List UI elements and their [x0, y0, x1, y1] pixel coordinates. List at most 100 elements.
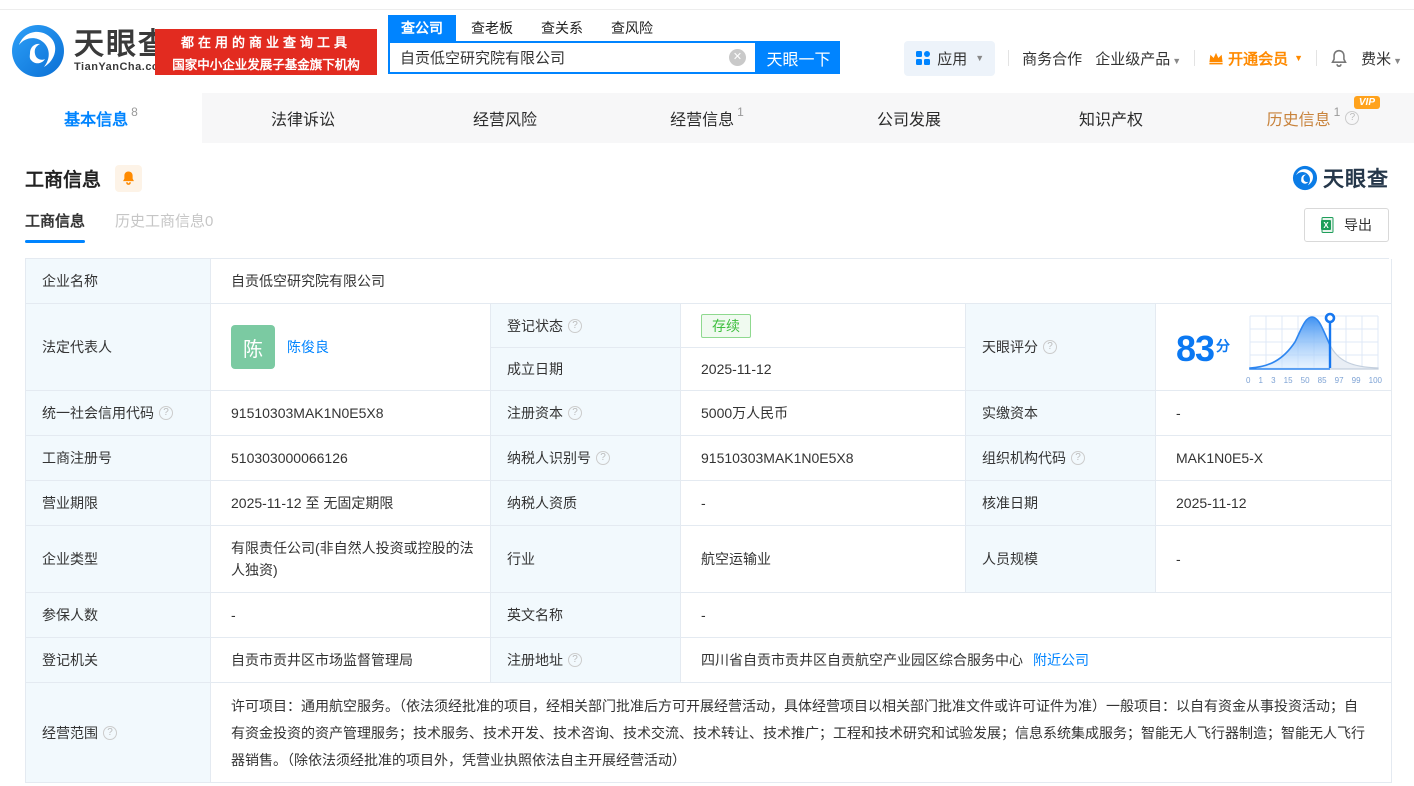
company-type-label: 企业类型 — [26, 526, 211, 593]
header: 天眼查 TianYanCha.com 都在用的商业查询工具 国家中小企业发展子基… — [0, 10, 1414, 93]
score-number: 83 分 — [1176, 327, 1230, 369]
help-icon[interactable]: ? — [568, 653, 582, 667]
apps-label: 应用 — [937, 50, 968, 68]
help-icon[interactable]: ? — [568, 318, 582, 333]
nav-enterprise-products[interactable]: 企业级产品 ▼ — [1095, 48, 1181, 69]
chevron-down-icon: ▼ — [975, 53, 985, 63]
tab-label: 公司发展 — [876, 112, 941, 129]
tab-count: 1 — [737, 105, 744, 119]
bell-icon — [123, 171, 134, 185]
tab-operational-risk[interactable]: 经营风险 — [404, 93, 606, 143]
tab-label: 经营风险 — [472, 112, 537, 129]
main-nav-tabs: 基本信息 8 法律诉讼 经营风险 经营信息 1 公司发展 知识产权 VIP 历史… — [0, 93, 1414, 143]
tab-legal-proceedings[interactable]: 法律诉讼 — [202, 93, 404, 143]
business-term-label: 营业期限 — [26, 481, 211, 526]
registered-address-label: 注册地址? — [491, 638, 681, 683]
export-button[interactable]: X 导出 — [1304, 208, 1389, 242]
tianyancha-logo[interactable]: 天眼查 TianYanCha.com — [10, 23, 170, 79]
clear-icon[interactable]: ✕ — [729, 49, 746, 66]
promo-banner[interactable]: 都在用的商业查询工具 国家中小企业发展子基金旗下机构 — [155, 29, 377, 75]
tyc-score-label: 天眼评分? — [966, 304, 1156, 391]
promo-line1: 都在用的商业查询工具 — [180, 34, 351, 50]
nearby-companies-link[interactable]: 附近公司 — [1033, 650, 1089, 670]
tab-label: 历史信息 — [1266, 112, 1331, 129]
tab-company-development[interactable]: 公司发展 — [808, 93, 1010, 143]
help-icon[interactable]: ? — [1071, 451, 1085, 465]
legal-representative-link[interactable]: 陈俊良 — [287, 337, 329, 357]
business-registration-no-value: 510303000066126 — [211, 436, 491, 481]
watermark-logo: 天眼查 — [1292, 163, 1389, 193]
tianyancha-logo-icon — [1292, 165, 1318, 191]
tab-label: 法律诉讼 — [270, 112, 335, 129]
tyc-score-value: 83 分 0 1 3 15 50 85 97 99 100 — [1156, 304, 1392, 391]
approval-date-label: 核准日期 — [966, 481, 1156, 526]
search-tab-relation[interactable]: 查关系 — [541, 15, 583, 41]
search-tab-boss[interactable]: 查老板 — [471, 15, 513, 41]
unified-social-credit-code-value: 91510303MAK1N0E5X8 — [211, 391, 491, 436]
subscribe-bell-button[interactable] — [115, 164, 143, 192]
watermark-text: 天眼查 — [1323, 168, 1389, 191]
registration-authority-label: 登记机关 — [26, 638, 211, 683]
apps-menu[interactable]: 应用 ▼ — [904, 40, 996, 76]
insured-staff-count-label: 参保人数 — [26, 593, 211, 638]
company-search-input[interactable] — [390, 49, 729, 66]
search-button[interactable]: 天眼一下 — [757, 41, 840, 74]
industry-label: 行业 — [491, 526, 681, 593]
grid-icon — [916, 51, 931, 65]
tab-business-info[interactable]: 经营信息 1 — [606, 93, 808, 143]
tianyancha-logo-icon — [12, 25, 64, 77]
subtab-row: 工商信息 历史工商信息0 X 导出 — [25, 208, 1389, 248]
business-info-table: 企业名称 自贡低空研究院有限公司 法定代表人 陈 陈俊良 登记状态? 存续 成立… — [25, 258, 1392, 783]
divider — [1008, 50, 1010, 66]
business-registration-no-label: 工商注册号 — [26, 436, 211, 481]
nav-open-membership[interactable]: 开通会员 ▼ — [1208, 48, 1303, 69]
company-name-label: 企业名称 — [26, 259, 211, 304]
crown-icon — [1209, 52, 1223, 65]
help-icon[interactable]: ? — [159, 406, 173, 420]
tab-intellectual-property[interactable]: 知识产权 — [1010, 93, 1212, 143]
establishment-date-label: 成立日期 — [491, 348, 681, 391]
vip-badge: VIP — [1353, 96, 1380, 109]
taxpayer-id-value: 91510303MAK1N0E5X8 — [681, 436, 966, 481]
subtab-history-business-info[interactable]: 历史工商信息0 — [115, 210, 213, 243]
help-icon[interactable]: ? — [1043, 340, 1057, 354]
nav-business-cooperation[interactable]: 商务合作 — [1022, 48, 1082, 69]
tab-basic-info[interactable]: 基本信息 8 — [0, 93, 202, 143]
tab-label: 经营信息 — [670, 112, 735, 129]
search-tabs: 查公司 查老板 查关系 查风险 — [388, 15, 840, 41]
help-icon[interactable]: ? — [596, 451, 610, 465]
status-badge: 存续 — [701, 313, 751, 338]
business-scope-value: 许可项目：通用航空服务。（依法须经批准的项目，经相关部门批准后方可开展经营活动，… — [211, 683, 1392, 783]
legal-representative-label: 法定代表人 — [26, 304, 211, 391]
search-tab-company[interactable]: 查公司 — [388, 15, 456, 41]
top-divider — [0, 0, 1414, 10]
organization-code-value: MAK1N0E5-X — [1156, 436, 1392, 481]
subtab-business-info[interactable]: 工商信息 — [25, 210, 86, 243]
registered-address-value: 四川省自贡市贡井区自贡航空产业园区综合服务中心 附近公司 — [681, 638, 1392, 683]
registered-capital-value: 5000万人民币 — [681, 391, 966, 436]
enterprise-products-label: 企业级产品 — [1095, 50, 1171, 68]
taxpayer-qualification-value: - — [681, 481, 966, 526]
paid-in-capital-value: - — [1156, 391, 1392, 436]
help-icon[interactable]: ? — [568, 406, 582, 420]
notification-bell[interactable] — [1330, 49, 1348, 68]
search-area: 查公司 查老板 查关系 查风险 ✕ 天眼一下 — [388, 15, 840, 74]
tab-history-info[interactable]: VIP 历史信息 1 ? — [1212, 93, 1414, 143]
tab-label: 基本信息 — [64, 112, 129, 129]
svg-text:X: X — [1323, 221, 1329, 230]
establishment-date-value: 2025-11-12 — [681, 348, 966, 391]
search-tab-risk[interactable]: 查风险 — [611, 15, 653, 41]
approval-date-value: 2025-11-12 — [1156, 481, 1392, 526]
user-menu[interactable]: 费米 ▼ — [1361, 48, 1402, 69]
tab-label: 知识产权 — [1078, 112, 1143, 129]
excel-icon: X — [1321, 217, 1334, 233]
help-icon[interactable]: ? — [1345, 111, 1360, 125]
promo-line2: 国家中小企业发展子基金旗下机构 — [172, 57, 360, 72]
taxpayer-id-label: 纳税人识别号? — [491, 436, 681, 481]
english-name-value: - — [681, 593, 1392, 638]
paid-in-capital-label: 实缴资本 — [966, 391, 1156, 436]
help-icon[interactable]: ? — [103, 725, 117, 740]
legal-representative-avatar[interactable]: 陈 — [231, 325, 275, 369]
open-membership-label: 开通会员 — [1228, 50, 1289, 68]
taxpayer-qualification-label: 纳税人资质 — [491, 481, 681, 526]
